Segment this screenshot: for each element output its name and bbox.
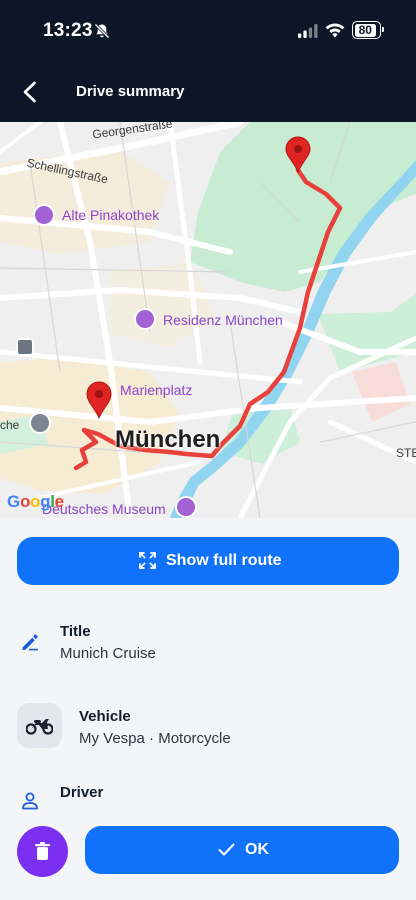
motorcycle-icon xyxy=(26,719,53,735)
show-full-route-button[interactable]: Show full route xyxy=(17,537,399,585)
title-label: Title xyxy=(60,623,91,640)
battery-level: 80 xyxy=(354,23,376,37)
status-bar: 13:23 80 xyxy=(0,0,416,62)
church-poi-icon[interactable] xyxy=(29,412,51,434)
transit-poi-icon[interactable] xyxy=(16,338,34,356)
palace-poi-icon[interactable] xyxy=(134,308,156,330)
vehicle-label: Vehicle xyxy=(79,708,131,725)
page-title: Drive summary xyxy=(76,83,185,100)
poi-label[interactable]: Residenz München xyxy=(163,312,283,328)
signal-icon xyxy=(298,24,318,38)
ok-label: OK xyxy=(245,841,269,858)
city-label: München xyxy=(115,426,221,453)
google-logo: Google xyxy=(7,492,64,511)
street-label: STE xyxy=(396,446,416,460)
vehicle-avatar xyxy=(17,703,62,748)
battery-icon: 80 xyxy=(352,21,384,39)
ok-button[interactable]: OK xyxy=(85,826,399,874)
wifi-icon xyxy=(325,23,345,38)
show-full-route-label: Show full route xyxy=(166,552,282,569)
title-value: Munich Cruise xyxy=(60,645,156,662)
person-icon xyxy=(22,792,38,810)
route-map[interactable]: Georgenstraße Schellingstraße che STE Al… xyxy=(0,122,416,518)
delete-button[interactable] xyxy=(17,826,68,877)
vehicle-value: My Vespa · Motorcycle xyxy=(79,730,231,747)
nav-bar: Drive summary xyxy=(0,62,416,122)
edit-pencil-icon xyxy=(22,634,38,651)
trash-icon xyxy=(35,842,50,860)
check-icon xyxy=(218,843,235,856)
bell-off-icon xyxy=(94,23,110,39)
poi-label[interactable]: Alte Pinakothek xyxy=(62,207,159,223)
status-time: 13:23 xyxy=(43,20,93,41)
driver-label: Driver xyxy=(60,784,104,801)
expand-icon xyxy=(139,552,156,569)
street-label: che xyxy=(0,418,20,432)
museum-poi-icon[interactable] xyxy=(175,496,197,518)
museum-poi-icon[interactable] xyxy=(33,204,55,226)
back-button[interactable] xyxy=(14,74,48,110)
poi-label[interactable]: Marienplatz xyxy=(120,382,192,398)
